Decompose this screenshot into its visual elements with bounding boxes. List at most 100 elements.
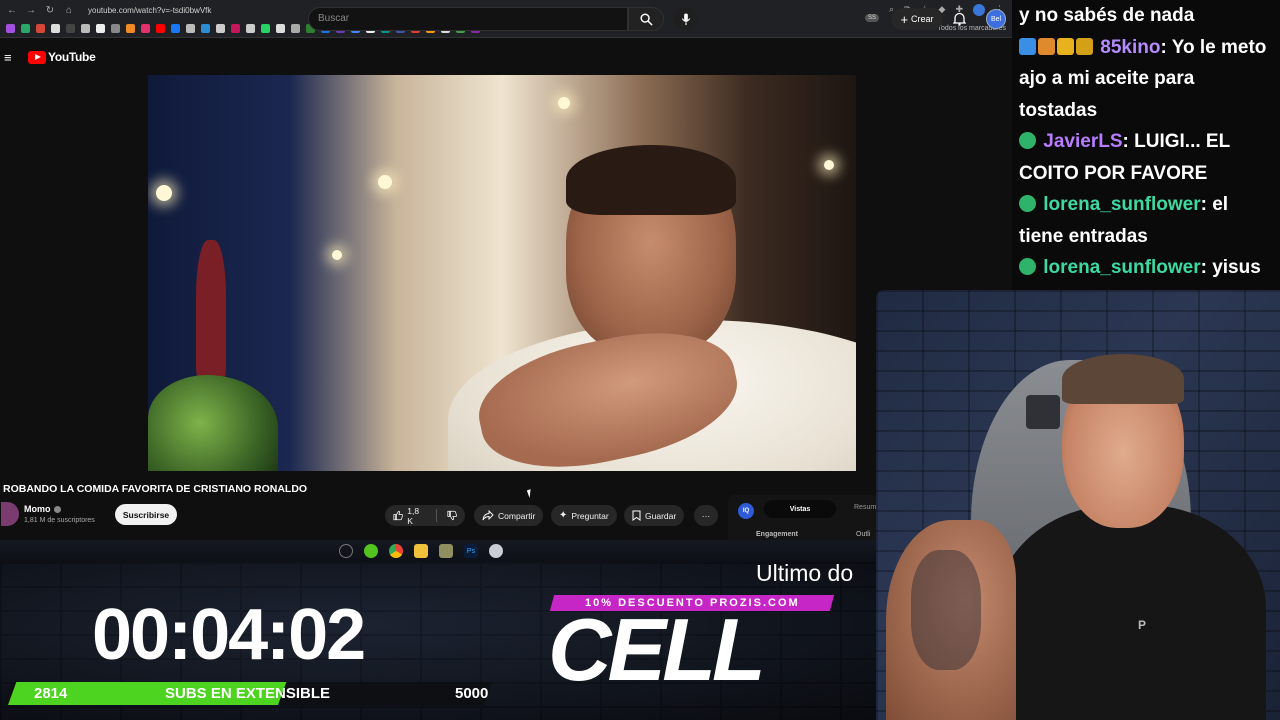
bookmark-icon bbox=[632, 510, 641, 521]
microphone-icon bbox=[681, 12, 691, 25]
badge-icon bbox=[1038, 37, 1055, 55]
bell-icon bbox=[952, 12, 967, 26]
url-field[interactable]: youtube.com/watch?v=-tsdi0bwVfk bbox=[88, 6, 211, 15]
share-icon bbox=[482, 510, 494, 521]
taskbar-chrome-icon[interactable] bbox=[389, 544, 403, 558]
share-button[interactable]: Compartir bbox=[474, 505, 544, 526]
bookmark-icon[interactable] bbox=[231, 24, 240, 33]
forward-icon[interactable]: → bbox=[24, 5, 38, 16]
video-lamp bbox=[332, 250, 342, 260]
bookmark-youtube-icon[interactable] bbox=[156, 24, 165, 33]
chat-username[interactable]: lorena_sunflower bbox=[1043, 194, 1200, 215]
taskbar-obs-icon[interactable] bbox=[339, 544, 353, 558]
subscriber-count: 1,81 M de suscriptores bbox=[24, 517, 95, 524]
search-button[interactable] bbox=[628, 7, 664, 31]
bookmark-gmail-icon[interactable] bbox=[36, 24, 45, 33]
tab-vistas[interactable]: Vistas bbox=[764, 500, 836, 518]
badge-icon bbox=[1019, 258, 1036, 275]
tab-resumen[interactable]: Resum bbox=[854, 504, 876, 511]
bookmark-icon[interactable] bbox=[291, 24, 300, 33]
notifications-button[interactable] bbox=[952, 12, 967, 31]
bookmark-icon[interactable] bbox=[246, 24, 255, 33]
bookmark-x-icon[interactable] bbox=[51, 24, 60, 33]
video-lamp bbox=[156, 185, 172, 201]
chat-username[interactable]: lorena_sunflower bbox=[1043, 257, 1200, 278]
taskbar-app-icon[interactable] bbox=[439, 544, 453, 558]
youtube-header: ≡ YouTube bbox=[0, 38, 1012, 76]
chat-username[interactable]: 85kino bbox=[1100, 37, 1160, 58]
webcam-tattoo bbox=[911, 550, 981, 670]
subs-progress-bar: 2814 SUBS EN EXTENSIBLE 5000 bbox=[3, 682, 508, 705]
back-icon[interactable]: ← bbox=[5, 5, 19, 16]
bookmark-icon[interactable] bbox=[126, 24, 135, 33]
badge-icon bbox=[1019, 195, 1036, 212]
subs-goal: 5000 bbox=[455, 685, 489, 702]
badge-icon bbox=[1057, 37, 1074, 55]
bookmark-icon[interactable] bbox=[186, 24, 195, 33]
bookmark-icon[interactable] bbox=[96, 24, 105, 33]
share-label: Compartir bbox=[498, 510, 536, 521]
video-lamp bbox=[378, 175, 392, 189]
bookmark-icon[interactable] bbox=[216, 24, 225, 33]
create-button[interactable]: + Crear bbox=[891, 8, 943, 30]
save-button[interactable]: Guardar bbox=[624, 505, 685, 526]
youtube-logo-text: YouTube bbox=[48, 50, 96, 64]
ticker-text: Ultimo do bbox=[756, 560, 854, 586]
sparkle-icon: ✦ bbox=[559, 510, 568, 521]
save-label: Guardar bbox=[645, 510, 677, 521]
extension-badge[interactable]: SS bbox=[865, 14, 880, 22]
webcam-person-hair bbox=[1062, 354, 1184, 404]
ask-label: Preguntar bbox=[571, 510, 609, 521]
bookmark-tiktok-icon[interactable] bbox=[66, 24, 75, 33]
thumbs-up-icon[interactable] bbox=[393, 510, 403, 521]
reload-icon[interactable]: ↻ bbox=[43, 5, 57, 16]
bookmark-icon[interactable] bbox=[111, 24, 120, 33]
engagement-label: Engagement bbox=[756, 531, 799, 538]
search-input[interactable]: Buscar bbox=[308, 7, 628, 31]
outliers-label: Outli bbox=[856, 531, 871, 538]
account-avatar[interactable]: Bel bbox=[986, 9, 1006, 29]
video-person-hair bbox=[566, 145, 736, 215]
subscribe-button[interactable]: Suscribirse bbox=[115, 504, 177, 525]
countdown-timer: 00:04:02 bbox=[92, 595, 366, 675]
youtube-play-icon bbox=[28, 50, 46, 64]
channel-avatar[interactable] bbox=[1, 502, 19, 526]
channel-name[interactable]: Momo bbox=[24, 504, 61, 514]
bookmark-kick-icon[interactable] bbox=[21, 24, 30, 33]
chat-text: : yisus bbox=[1200, 257, 1261, 278]
taskbar-app-icon[interactable] bbox=[364, 544, 378, 558]
bookmark-instagram-icon[interactable] bbox=[141, 24, 150, 33]
shirt-logo: P bbox=[1138, 618, 1147, 632]
ask-button[interactable]: ✦ Preguntar bbox=[551, 505, 617, 526]
taskbar-app-icon[interactable] bbox=[489, 544, 503, 558]
youtube-logo[interactable]: YouTube bbox=[28, 50, 96, 64]
like-dislike-group: 1,8 K bbox=[385, 505, 465, 526]
home-icon[interactable]: ⌂ bbox=[62, 5, 76, 16]
like-count[interactable]: 1,8 K bbox=[407, 506, 426, 526]
bookmark-facebook-icon[interactable] bbox=[171, 24, 180, 33]
bookmark-twitch-icon[interactable] bbox=[6, 24, 15, 33]
bookmark-icon[interactable] bbox=[81, 24, 90, 33]
subs-label: SUBS EN EXTENSIBLE bbox=[165, 685, 331, 702]
chat-message-tail: y no sabés de nada bbox=[1019, 5, 1195, 26]
chat-message: 85kino: Yo le meto ajo a mi aceite para … bbox=[1019, 32, 1276, 127]
chat-username[interactable]: JavierLS bbox=[1043, 131, 1122, 152]
bookmark-icon[interactable] bbox=[261, 24, 270, 33]
video-plant bbox=[148, 375, 278, 471]
thumbs-down-icon[interactable] bbox=[447, 510, 457, 521]
voice-search-button[interactable] bbox=[674, 7, 698, 31]
taskbar-folder-icon[interactable] bbox=[414, 544, 428, 558]
chat-message: lorena_sunflower: yisus bbox=[1019, 252, 1276, 284]
taskbar-photoshop-icon[interactable]: Ps bbox=[464, 544, 478, 558]
video-player[interactable] bbox=[148, 75, 856, 471]
stats-extension-panel: IQ Vistas Resum Engagement Outli bbox=[728, 495, 878, 545]
more-actions-button[interactable]: ··· bbox=[694, 505, 718, 526]
create-label: Crear bbox=[911, 14, 934, 24]
stats-logo: IQ bbox=[738, 503, 754, 519]
bookmark-icon[interactable] bbox=[276, 24, 285, 33]
plus-icon: + bbox=[900, 11, 909, 27]
menu-icon[interactable]: ≡ bbox=[4, 50, 20, 65]
bookmark-icon[interactable] bbox=[201, 24, 210, 33]
badge-icon bbox=[1019, 37, 1036, 55]
profile-avatar-icon[interactable] bbox=[973, 4, 985, 16]
